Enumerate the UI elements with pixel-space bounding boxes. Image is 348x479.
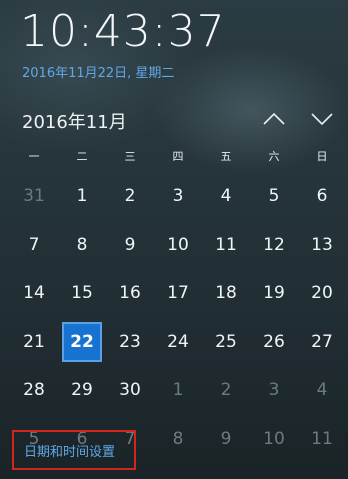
settings-link-label: 日期和时间设置 (24, 444, 116, 460)
previous-month-button[interactable] (257, 104, 291, 134)
calendar-day[interactable]: 27 (298, 318, 346, 367)
calendar-day[interactable]: 17 (154, 269, 202, 318)
calendar-day[interactable]: 1 (58, 172, 106, 221)
calendar-day-today[interactable]: 22 (58, 318, 106, 367)
chevron-up-icon (263, 112, 285, 125)
calendar-day[interactable]: 6 (298, 172, 346, 221)
calendar-day[interactable]: 13 (298, 221, 346, 270)
calendar-day[interactable]: 29 (58, 366, 106, 415)
full-date-link[interactable]: 2016年11月22日, 星期二 (22, 62, 174, 81)
calendar-day[interactable]: 8 (154, 415, 202, 464)
calendar-day[interactable]: 10 (154, 221, 202, 270)
calendar-day[interactable]: 1 (154, 366, 202, 415)
date-time-settings-link[interactable]: 日期和时间设置 (12, 430, 136, 470)
calendar-day[interactable]: 7 (10, 221, 58, 270)
calendar-day[interactable]: 12 (250, 221, 298, 270)
clock-time: 10:43:37 (20, 6, 226, 57)
calendar-day[interactable]: 11 (202, 221, 250, 270)
calendar-day[interactable]: 15 (58, 269, 106, 318)
calendar-day[interactable]: 18 (202, 269, 250, 318)
weekday-header: 一 (28, 150, 40, 163)
calendar-day[interactable]: 23 (106, 318, 154, 367)
weekday-header: 二 (76, 150, 88, 163)
calendar-day[interactable]: 2 (106, 172, 154, 221)
calendar-day[interactable]: 30 (106, 366, 154, 415)
calendar-day[interactable]: 19 (250, 269, 298, 318)
calendar-day[interactable]: 9 (106, 221, 154, 270)
weekday-header: 五 (220, 150, 232, 163)
weekday-header: 三 (124, 150, 136, 163)
calendar-day[interactable]: 20 (298, 269, 346, 318)
calendar-day[interactable]: 28 (10, 366, 58, 415)
calendar-day[interactable]: 14 (10, 269, 58, 318)
calendar-day[interactable]: 24 (154, 318, 202, 367)
calendar-day[interactable]: 2 (202, 366, 250, 415)
weekday-header: 四 (172, 150, 184, 163)
calendar-day[interactable]: 11 (298, 415, 346, 464)
calendar-day[interactable]: 8 (58, 221, 106, 270)
chevron-down-icon (311, 113, 333, 126)
calendar-day[interactable]: 9 (202, 415, 250, 464)
calendar-day[interactable]: 10 (250, 415, 298, 464)
calendar-day[interactable]: 31 (10, 172, 58, 221)
clock-calendar-flyout: 10:43:37 2016年11月22日, 星期二 2016年11月 一 二 三 四 五… (0, 0, 348, 479)
calendar-day[interactable]: 4 (298, 366, 346, 415)
weekday-header: 六 (268, 150, 280, 163)
calendar-day[interactable]: 3 (154, 172, 202, 221)
calendar-day[interactable]: 25 (202, 318, 250, 367)
calendar-day[interactable]: 4 (202, 172, 250, 221)
calendar-day[interactable]: 16 (106, 269, 154, 318)
calendar-grid: 一二三四五六日 31 1 2 3 4 5 6 7 8 9 10 11 12 13 14 15 16 17 18 19 20… (10, 142, 346, 463)
calendar-day[interactable]: 3 (250, 366, 298, 415)
calendar-day[interactable]: 26 (250, 318, 298, 367)
calendar-day[interactable]: 5 (250, 172, 298, 221)
weekday-header: 日 (316, 150, 328, 163)
month-title[interactable]: 2016年11月 (22, 108, 127, 134)
calendar-day[interactable]: 21 (10, 318, 58, 367)
next-month-button[interactable] (305, 104, 339, 134)
selected-day-label: 22 (62, 321, 102, 362)
